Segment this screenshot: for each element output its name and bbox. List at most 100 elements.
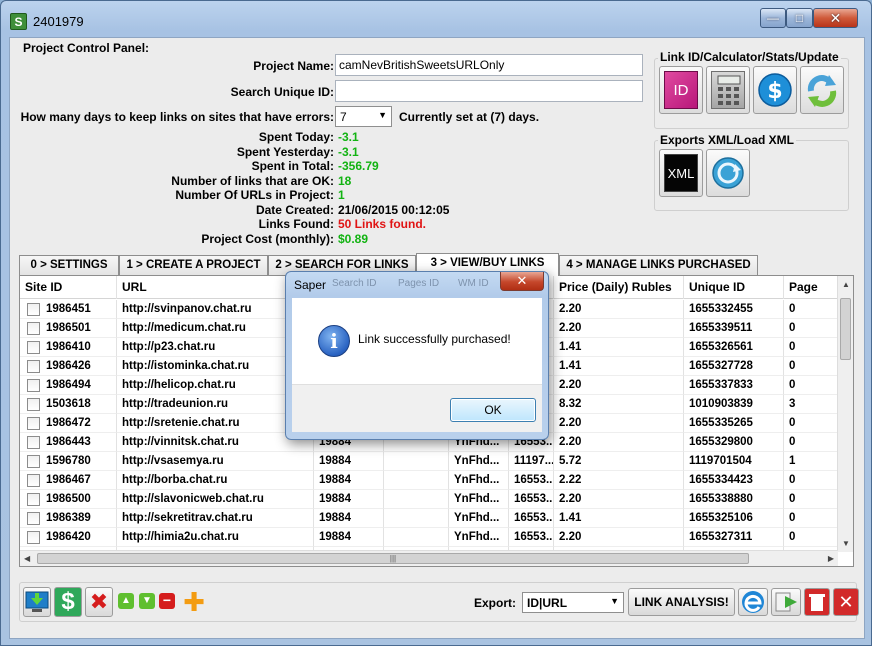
dialog-message: Link successfully purchased! <box>358 332 511 346</box>
link-id-button[interactable]: ID <box>659 66 703 114</box>
table-row[interactable]: 1986500 http://slavonicweb.chat.ru 19884 Yn… <box>20 490 838 509</box>
column-header[interactable]: Site ID <box>20 276 117 299</box>
project-name-label: Project Name: <box>253 59 334 73</box>
plus-icon[interactable]: ✚ <box>180 588 208 616</box>
row-checkbox[interactable] <box>27 531 40 544</box>
title-bar[interactable]: S 2401979 — □ ✕ <box>1 1 871 37</box>
column-header[interactable]: Page <box>784 276 838 299</box>
row-checkbox[interactable] <box>27 341 40 354</box>
table-cell: 16553... <box>509 509 554 528</box>
stat-label: Links Found: <box>258 217 334 231</box>
stat-value: -3.1 <box>338 144 359 159</box>
maximize-button[interactable]: □ <box>786 8 813 28</box>
chevron-down-icon: ▼ <box>610 596 619 606</box>
row-checkbox[interactable] <box>27 455 40 468</box>
load-xml-button[interactable] <box>706 149 750 197</box>
close-project-button[interactable]: ✕ <box>833 588 859 616</box>
calculator-button[interactable] <box>706 66 750 114</box>
table-row[interactable]: 1986467 http://borba.chat.ru 19884 YnFhd...… <box>20 471 838 490</box>
vertical-scroll-thumb[interactable] <box>840 298 851 360</box>
row-checkbox[interactable] <box>27 436 40 449</box>
table-cell: 1119701504 <box>684 452 784 471</box>
export-format-value: ID|URL <box>527 596 568 610</box>
row-checkbox[interactable] <box>27 417 40 430</box>
xml-icon: XML <box>664 154 698 192</box>
table-row[interactable]: 1986389 http://sekretitrav.chat.ru 19884 Yn… <box>20 509 838 528</box>
project-name-input[interactable] <box>335 54 643 76</box>
table-row[interactable]: 1986420 http://himia2u.chat.ru 19884 YnFhd.… <box>20 528 838 547</box>
table-cell: YnFhd... <box>449 509 509 528</box>
table-cell: 1986472 <box>20 414 117 433</box>
table-cell: 1.41 <box>554 509 684 528</box>
tab-create-project[interactable]: 1 > CREATE A PROJECT <box>119 255 268 275</box>
days-select[interactable]: 7 ▼ <box>335 106 392 127</box>
scroll-left-icon[interactable]: ◀ <box>24 554 30 563</box>
table-cell <box>384 509 449 528</box>
table-cell: 1986389 <box>20 509 117 528</box>
table-cell: 1.41 <box>554 357 684 376</box>
horizontal-scroll-thumb[interactable]: ||| <box>37 553 749 564</box>
stats-button[interactable]: $ <box>753 66 797 114</box>
scroll-down-icon[interactable]: ▼ <box>842 539 850 548</box>
table-cell: 1986443 <box>20 433 117 452</box>
column-header[interactable]: Unique ID <box>684 276 784 299</box>
dialog-close-button[interactable]: ✕ <box>500 272 544 291</box>
table-row[interactable]: 1596780 http://vsasemya.ru 19884 YnFhd... 11… <box>20 452 838 471</box>
site-id-text: 1986443 <box>46 436 91 448</box>
search-id-input[interactable] <box>335 80 643 102</box>
buy-button[interactable]: $ <box>54 587 82 617</box>
stat-value: 18 <box>338 173 352 188</box>
table-cell: 1655329800 <box>684 433 784 452</box>
link-analysis-label: LINK ANALYSIS! <box>634 595 729 609</box>
table-cell: 1.41 <box>554 338 684 357</box>
stat-label: Date Created: <box>255 202 334 217</box>
vertical-scrollbar[interactable]: ▲ ▼ <box>837 276 853 552</box>
tab-manage-links[interactable]: 4 > MANAGE LINKS PURCHASED <box>559 255 758 275</box>
stat-label: Spent in Total: <box>251 159 334 173</box>
recycle-button[interactable] <box>804 588 830 616</box>
days-select-value: 7 <box>340 110 347 124</box>
export-xml-button[interactable]: XML <box>659 149 703 197</box>
stat-value: -3.1 <box>338 130 359 144</box>
close-button[interactable]: ✕ <box>813 8 858 28</box>
export-format-select[interactable]: ID|URL ▼ <box>522 592 624 613</box>
row-checkbox[interactable] <box>27 474 40 487</box>
delete-button[interactable]: ✖ <box>85 587 113 617</box>
scroll-right-icon[interactable]: ▶ <box>828 554 834 563</box>
table-cell: 1010903839 <box>684 395 784 414</box>
move-up-icon[interactable]: ▲ <box>118 593 134 609</box>
table-cell: 3 <box>784 395 838 414</box>
dialog-title: Saper <box>294 278 327 292</box>
table-cell: 0 <box>784 300 838 319</box>
run-button[interactable] <box>771 588 801 616</box>
table-cell: 1655339511 <box>684 319 784 338</box>
scroll-up-icon[interactable]: ▲ <box>842 280 850 289</box>
minimize-button[interactable]: — <box>760 8 786 28</box>
row-checkbox[interactable] <box>27 360 40 373</box>
row-checkbox[interactable] <box>27 303 40 316</box>
row-checkbox[interactable] <box>27 379 40 392</box>
row-checkbox[interactable] <box>27 512 40 525</box>
update-button[interactable] <box>800 66 844 114</box>
panel-title: Project Control Panel: <box>23 41 150 55</box>
table-cell: 0 <box>784 357 838 376</box>
days-current-text: Currently set at (7) days. <box>399 110 540 124</box>
tab-settings[interactable]: 0 > SETTINGS <box>19 255 119 275</box>
site-id-text: 1596780 <box>46 455 91 467</box>
import-button[interactable] <box>23 587 51 617</box>
column-header[interactable]: Price (Daily) Rubles <box>554 276 684 299</box>
row-checkbox[interactable] <box>27 398 40 411</box>
row-checkbox[interactable] <box>27 322 40 335</box>
link-analysis-button[interactable]: LINK ANALYSIS! <box>628 588 735 616</box>
play-icon <box>775 592 797 612</box>
table-cell: 11197... <box>509 452 554 471</box>
ok-button[interactable]: OK <box>450 398 536 422</box>
browser-button[interactable] <box>738 588 768 616</box>
horizontal-scrollbar[interactable]: ◀ ||| ▶ <box>20 550 838 566</box>
table-cell: 1655325106 <box>684 509 784 528</box>
table-cell: 19884 <box>314 509 384 528</box>
minus-icon[interactable]: − <box>159 593 175 609</box>
row-checkbox[interactable] <box>27 493 40 506</box>
move-down-icon[interactable]: ▼ <box>139 593 155 609</box>
maximize-icon: □ <box>795 11 804 25</box>
